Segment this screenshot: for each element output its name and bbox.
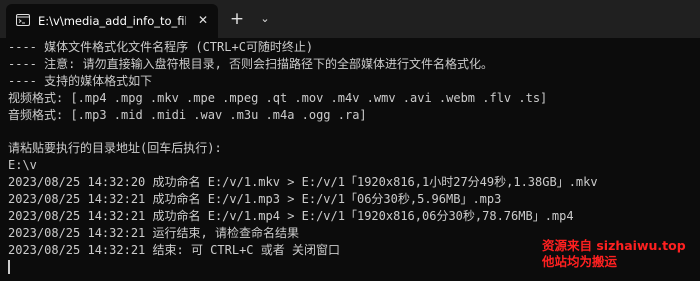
console-line: E:\v bbox=[8, 158, 37, 173]
terminal-window: E:\v\media_add_info_to_filena ✕ + ⌄ ----… bbox=[0, 0, 700, 281]
new-tab-button[interactable]: + bbox=[226, 8, 248, 30]
console-line: 2023/08/25 14:32:20 成功命名 E:/v/1.mkv > E:… bbox=[8, 175, 598, 190]
terminal-icon bbox=[16, 14, 30, 26]
console-line: 2023/08/25 14:32:21 成功命名 E:/v/1.mp3 > E:… bbox=[8, 192, 502, 207]
close-icon[interactable]: ✕ bbox=[194, 11, 212, 29]
tab-terminal[interactable]: E:\v\media_add_info_to_filena ✕ bbox=[6, 4, 218, 38]
console-line: 音频格式: [.mp3 .mid .midi .wav .m3u .m4a .o… bbox=[8, 107, 367, 122]
watermark: 资源来自 sizhaiwu.top 他站均为搬运 bbox=[542, 238, 698, 270]
console-line: 请粘贴要执行的目录地址(回车后执行): bbox=[8, 141, 222, 156]
console-line: 2023/08/25 14:32:21 成功命名 E:/v/1.mp4 > E:… bbox=[8, 208, 574, 223]
text-cursor bbox=[8, 260, 10, 275]
tab-bar: E:\v\media_add_info_to_filena ✕ + ⌄ bbox=[0, 0, 700, 38]
console-line: ---- 媒体文件格式化文件名程序 (CTRL+C可随时终止) bbox=[8, 40, 314, 54]
tab-title: E:\v\media_add_info_to_filena bbox=[38, 14, 186, 28]
console-line: ---- 支持的媒体格式如下 bbox=[8, 73, 153, 88]
console-line: 视频格式: [.mp4 .mpg .mkv .mpe .mpeg .qt .mo… bbox=[8, 90, 548, 105]
watermark-line: 资源来自 sizhaiwu.top bbox=[542, 238, 686, 253]
console-line: ---- 注意: 请勿直接输入盘符根目录, 否则会扫描路径下的全部媒体进行文件名… bbox=[8, 56, 494, 71]
watermark-line: 他站均为搬运 bbox=[542, 254, 618, 269]
chevron-down-icon[interactable]: ⌄ bbox=[256, 8, 274, 30]
